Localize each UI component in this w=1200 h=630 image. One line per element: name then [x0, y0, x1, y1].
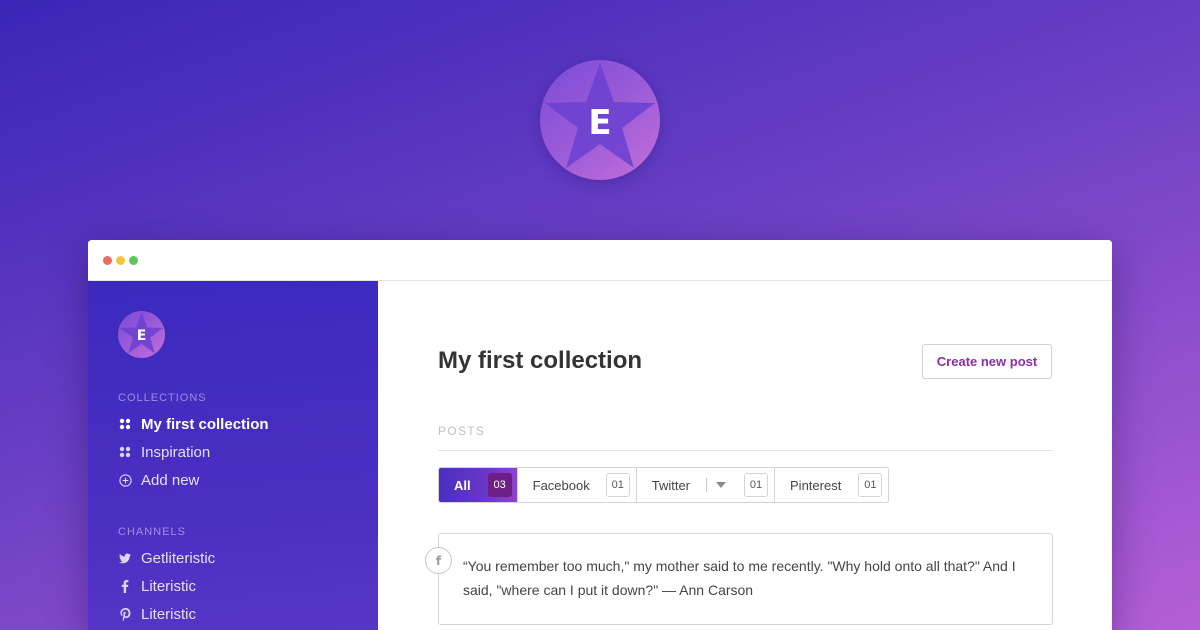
facebook-icon: f [425, 547, 452, 574]
sidebar-item-inspiration[interactable]: Inspiration [118, 442, 210, 462]
facebook-icon [118, 579, 132, 593]
twitter-icon [118, 551, 132, 565]
sidebar-item-add-new[interactable]: Add new [118, 470, 199, 490]
sidebar-logo-letter: E [136, 327, 147, 344]
sidebar-item-label: Literistic [141, 577, 197, 595]
tab-twitter[interactable]: Twitter 01 [636, 468, 776, 502]
window-titlebar [88, 240, 1112, 281]
tab-label: All [454, 477, 471, 493]
post-text: “You remember too much," my mother said … [463, 558, 1016, 598]
divider [438, 450, 1053, 451]
app-window: E COLLECTIONS My first collection Inspir… [88, 240, 1112, 630]
posts-section-label: POSTS [438, 424, 486, 438]
grid-dots-icon [118, 417, 132, 431]
plus-circle-icon [118, 473, 132, 487]
create-new-post-button[interactable]: Create new post [922, 344, 1052, 379]
sidebar-item-label: Literistic [141, 605, 197, 623]
sidebar-logo[interactable]: E [118, 311, 165, 358]
pinterest-icon [118, 607, 132, 621]
tab-count-badge: 01 [744, 473, 769, 497]
tab-count-badge: 03 [487, 473, 512, 497]
sidebar-item-label: Add new [141, 471, 200, 489]
sidebar-item-channel-twitter[interactable]: Getliteristic [118, 548, 215, 568]
tab-count-badge: 01 [605, 473, 630, 497]
sidebar-item-label: Getliteristic [141, 549, 216, 567]
sidebar-item-my-first-collection[interactable]: My first collection [118, 414, 269, 434]
sidebar: E COLLECTIONS My first collection Inspir… [88, 281, 378, 630]
sidebar-item-label: Inspiration [141, 443, 211, 461]
tab-label: Facebook [532, 477, 590, 493]
channels-heading: CHANNELS [118, 526, 186, 538]
tab-label: Pinterest [790, 477, 842, 493]
tab-separator [706, 478, 708, 492]
window-maximize-button[interactable] [129, 255, 138, 265]
post-filter-tabs: All 03 Facebook 01 Twitter 01 Pinterest … [438, 467, 890, 503]
tab-facebook[interactable]: Facebook 01 [517, 468, 637, 502]
brand-logo: E [540, 60, 660, 180]
collections-heading: COLLECTIONS [118, 392, 207, 404]
page-title: My first collection [438, 347, 643, 374]
sidebar-item-channel-pinterest[interactable]: Literistic [118, 604, 196, 624]
logo-letter: E [588, 103, 612, 143]
main-content: My first collection Create new post POST… [378, 281, 1112, 630]
tab-label: Twitter [651, 477, 691, 493]
window-minimize-button[interactable] [116, 255, 125, 265]
post-card[interactable]: f “You remember too much," my mother sai… [425, 533, 1053, 625]
grid-dots-icon [118, 445, 132, 459]
window-close-button[interactable] [103, 255, 112, 265]
tab-count-badge: 01 [858, 473, 883, 497]
tab-pinterest[interactable]: Pinterest 01 [775, 468, 889, 502]
sidebar-item-channel-facebook[interactable]: Literistic [118, 576, 196, 596]
sidebar-item-label: My first collection [141, 415, 269, 433]
chevron-down-icon[interactable] [716, 482, 727, 488]
tab-all[interactable]: All 03 [439, 468, 518, 502]
